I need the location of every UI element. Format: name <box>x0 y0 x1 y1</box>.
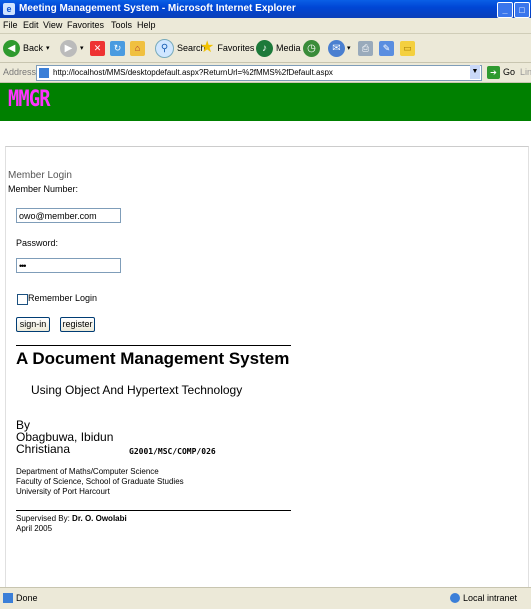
menu-bar: File Edit View Favorites Tools Help <box>0 18 531 34</box>
chevron-down-icon: ▾ <box>347 45 351 52</box>
minimize-icon[interactable]: _ <box>497 2 513 18</box>
forward-arrow-icon: ▶ <box>60 39 77 57</box>
remember-login-label: Remember Login <box>28 293 98 303</box>
sign-in-button[interactable]: sign-in <box>16 317 50 332</box>
media-icon: ♪ <box>256 39 273 57</box>
intranet-icon <box>450 593 460 603</box>
member-number-label: Member Number: <box>8 184 79 194</box>
edit-button[interactable]: ✎ <box>379 38 394 58</box>
menu-edit[interactable]: Edit <box>23 20 39 30</box>
forward-button[interactable]: ▶ ▾ <box>60 38 84 58</box>
maximize-icon[interactable]: □ <box>514 2 530 18</box>
author-name-line2: Christiana <box>16 442 71 456</box>
login-heading: Member Login <box>8 170 72 181</box>
mail-button[interactable]: ✉ ▾ <box>328 38 351 58</box>
mail-icon: ✉ <box>328 39 345 57</box>
content-panel: Member Login Member Number: owo@member.c… <box>5 146 529 587</box>
supervised-label: Supervised By: <box>16 514 70 523</box>
star-icon: ★ <box>200 39 215 56</box>
page-done-icon <box>3 593 13 603</box>
history-icon: ◷ <box>303 39 320 57</box>
stop-icon: ✕ <box>90 40 105 56</box>
back-arrow-icon: ◀ <box>3 39 20 57</box>
home-button[interactable]: ⌂ <box>130 38 145 58</box>
chevron-down-icon: ▾ <box>46 45 50 52</box>
project-subtitle: Using Object And Hypertext Technology <box>31 383 243 397</box>
supervisor-name: Dr. O. Owolabi <box>72 514 127 523</box>
menu-tools[interactable]: Tools <box>111 20 132 30</box>
address-dropdown-icon[interactable]: ▼ <box>470 65 480 79</box>
go-arrow-icon[interactable]: ➔ <box>487 66 500 79</box>
menu-view[interactable]: View <box>43 20 62 30</box>
edit-icon: ✎ <box>379 40 394 56</box>
status-text: Done <box>16 593 38 603</box>
member-number-input[interactable]: owo@member.com <box>16 208 121 223</box>
address-url: http://localhost/MMS/desktopdefault.aspx… <box>53 68 333 77</box>
register-button[interactable]: register <box>60 317 95 332</box>
address-label: Address <box>3 67 37 77</box>
go-button[interactable]: Go <box>503 67 515 77</box>
supervised-by: Supervised By: Dr. O. Owolabi <box>16 514 127 523</box>
page-viewport: MMGR Member Login Member Number: owo@mem… <box>0 83 531 587</box>
links-label[interactable]: Links <box>520 67 531 77</box>
site-logo: MMGR <box>8 87 50 112</box>
print-button[interactable]: ⎙ <box>358 38 373 58</box>
back-button[interactable]: ◀ Back ▾ <box>3 38 50 58</box>
history-button[interactable]: ◷ <box>303 38 320 58</box>
refresh-button[interactable]: ↻ <box>110 38 125 58</box>
title-bar: e Meeting Management System - Microsoft … <box>0 0 531 18</box>
divider-top <box>16 345 291 346</box>
menu-file[interactable]: File <box>3 20 18 30</box>
ie-logo-icon: e <box>3 3 15 15</box>
status-bar: Done Local intranet <box>0 587 531 609</box>
folder-icon: ▭ <box>400 40 415 56</box>
stop-button[interactable]: ✕ <box>90 38 105 58</box>
remember-login-checkbox[interactable] <box>17 294 28 305</box>
address-input[interactable]: http://localhost/MMS/desktopdefault.aspx… <box>36 65 482 81</box>
search-icon: ⚲ <box>155 38 174 58</box>
registration-number: G2001/MSC/COMP/026 <box>129 447 216 456</box>
site-banner: MMGR <box>0 83 531 121</box>
refresh-icon: ↻ <box>110 40 125 56</box>
divider-bottom <box>16 510 291 511</box>
folder-button[interactable]: ▭ <box>400 38 415 58</box>
toolbar: ◀ Back ▾ ▶ ▾ ✕ ↻ ⌂ ⚲ Search ★ Favorites … <box>0 34 531 63</box>
security-zone: Local intranet <box>463 593 518 603</box>
password-input[interactable]: ••• <box>16 258 121 273</box>
search-button[interactable]: ⚲ Search <box>155 38 206 58</box>
page-icon <box>39 68 49 78</box>
department-line1: Department of Maths/Computer Science <box>16 467 159 476</box>
department-line3: University of Port Harcourt <box>16 487 110 496</box>
menu-help[interactable]: Help <box>137 20 156 30</box>
print-icon: ⎙ <box>358 40 373 56</box>
menu-favorites[interactable]: Favorites <box>67 20 104 30</box>
project-title: A Document Management System <box>16 349 290 368</box>
address-bar: Address http://localhost/MMS/desktopdefa… <box>0 63 531 83</box>
chevron-down-icon: ▾ <box>80 45 84 52</box>
window-title: Meeting Management System - Microsoft In… <box>19 3 296 14</box>
home-icon: ⌂ <box>130 40 145 56</box>
media-button[interactable]: ♪ Media <box>256 38 301 58</box>
favorites-button[interactable]: ★ Favorites <box>200 38 254 58</box>
department-line2: Faculty of Science, School of Graduate S… <box>16 477 184 486</box>
password-label: Password: <box>16 238 59 248</box>
project-date: April 2005 <box>16 524 53 533</box>
